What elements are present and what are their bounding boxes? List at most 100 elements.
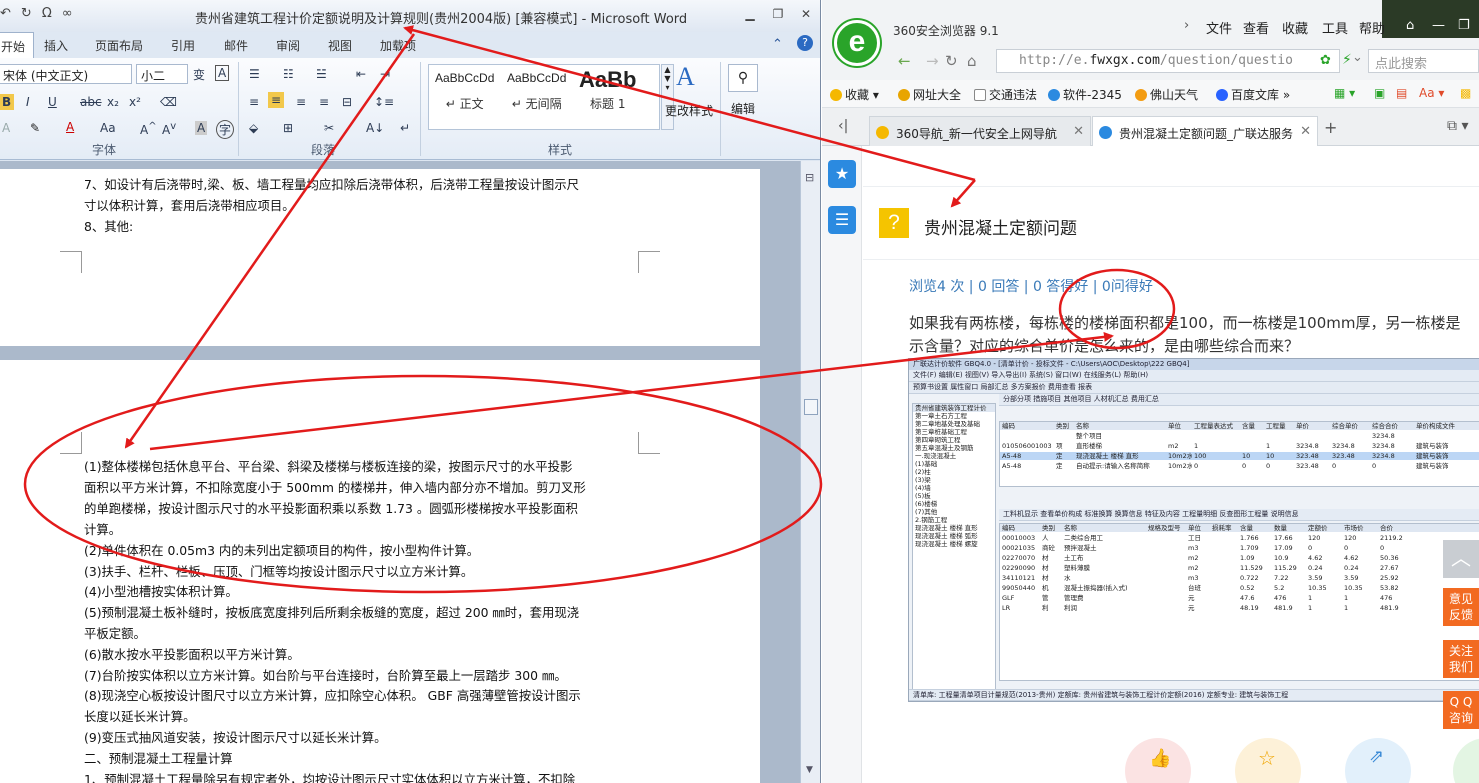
align-left-icon[interactable]: ≡ xyxy=(249,95,259,109)
refresh-icon[interactable]: ↻ xyxy=(945,52,958,70)
clear-format-icon[interactable]: ⌫ xyxy=(160,95,177,109)
char-shading-icon[interactable]: A xyxy=(195,121,208,135)
collect-button[interactable]: ☆ xyxy=(1235,738,1301,783)
dropdown-icon[interactable]: ⌄ xyxy=(1352,50,1363,65)
shrink-font-icon[interactable]: Av xyxy=(162,121,176,137)
word-vertical-scrollbar[interactable]: ⊟ ▼ xyxy=(800,161,820,783)
equation-icon[interactable]: ∞ xyxy=(62,6,73,21)
change-styles-button[interactable]: 更改样式 xyxy=(665,102,713,119)
share-button[interactable]: ⇗ xyxy=(1345,738,1411,783)
change-case-icon[interactable]: Aa xyxy=(100,121,116,135)
font-color-icon[interactable]: A xyxy=(66,120,74,134)
browser-minimize-icon[interactable]: — xyxy=(1432,18,1445,33)
bullets-icon[interactable]: ☰ xyxy=(249,67,260,81)
ribbon-minimize-icon[interactable]: ⌃ xyxy=(772,37,783,52)
tab-insert[interactable]: 插入 xyxy=(44,37,68,54)
bookmark-site-nav[interactable]: 网址大全 xyxy=(898,86,961,103)
minimize-icon[interactable]: ▁ xyxy=(741,6,759,22)
decrease-indent-icon[interactable]: ⇤ xyxy=(356,67,366,81)
shading-icon[interactable]: ⬙ xyxy=(249,121,258,135)
text-effect-icon[interactable]: A xyxy=(2,121,10,135)
skin-icon[interactable]: ⌂ xyxy=(1406,18,1414,33)
tab-mailings[interactable]: 邮件 xyxy=(224,37,248,54)
scroll-thumb[interactable] xyxy=(804,399,818,415)
chinese-layout-icon[interactable]: ✂ xyxy=(324,121,334,135)
borders-icon[interactable]: ⊞ xyxy=(283,121,293,135)
follow-button[interactable]: 关注 我们 xyxy=(1443,640,1479,678)
home-icon[interactable]: ⌂ xyxy=(967,52,977,70)
bold-button[interactable]: B xyxy=(0,94,15,110)
qq-button[interactable]: Q Q 咨询 xyxy=(1443,691,1479,729)
menu-file[interactable]: 文件 xyxy=(1206,18,1232,37)
distributed-icon[interactable]: ⊟ xyxy=(342,95,352,109)
menu-favorites[interactable]: 收藏 xyxy=(1282,18,1308,37)
style-heading1[interactable]: AaBb 标题 1 xyxy=(579,67,636,112)
undo-icon[interactable]: ↶ xyxy=(0,6,11,21)
align-right-icon[interactable]: ≡ xyxy=(296,95,306,109)
style-no-spacing[interactable]: AaBbCcDd ↵ 无间隔 xyxy=(507,71,566,112)
apps-icon[interactable]: ▦ ▾ xyxy=(1334,86,1355,100)
bookmark-favorites[interactable]: 收藏 ▾ xyxy=(830,86,879,103)
tab-addins[interactable]: 加载项 xyxy=(380,37,416,54)
favorites-star-icon[interactable]: ★ xyxy=(828,160,856,188)
tab-list-icon[interactable]: ‹| xyxy=(838,118,848,134)
tab-question[interactable]: 贵州混凝土定额问题_广联达服务 ✕ xyxy=(1092,116,1318,146)
tab-close-icon[interactable]: ✕ xyxy=(1300,124,1311,139)
tab-menu-icon[interactable]: ⧉ ▾ xyxy=(1447,118,1468,134)
sort-icon[interactable]: A↓ xyxy=(366,121,384,135)
edit-button[interactable]: 编辑 xyxy=(731,100,755,117)
forward-icon[interactable]: → xyxy=(926,52,939,70)
browser-restore-icon[interactable]: ❐ xyxy=(1458,18,1470,33)
redo-icon[interactable]: ↻ xyxy=(21,6,32,21)
extension-icon[interactable]: ▩ xyxy=(1460,86,1471,100)
tab-page-layout[interactable]: 页面布局 xyxy=(95,37,143,54)
highlight-icon[interactable]: ✎ xyxy=(30,121,40,135)
strikethrough-button[interactable]: abc xyxy=(80,95,102,109)
change-styles-icon[interactable]: A xyxy=(676,62,695,92)
tab-360-nav[interactable]: 360导航_新一代安全上网导航 ✕ xyxy=(869,116,1091,146)
close-icon[interactable]: ✕ xyxy=(797,6,815,22)
scroll-down-icon[interactable]: ▼ xyxy=(806,765,813,775)
back-icon[interactable]: ← xyxy=(898,52,911,70)
tab-view[interactable]: 视图 xyxy=(328,37,352,54)
bookmark-2345[interactable]: 软件-2345 xyxy=(1048,86,1122,103)
grow-font-icon[interactable]: A^ xyxy=(140,121,157,137)
justify-icon[interactable]: ≡ xyxy=(319,95,329,109)
tab-home[interactable]: 开始 xyxy=(0,32,35,59)
menu-tools[interactable]: 工具 xyxy=(1322,18,1348,37)
translate-icon[interactable]: Aa ▾ xyxy=(1419,86,1444,100)
find-icon[interactable]: ⚲ xyxy=(728,64,758,92)
enclose-char-icon[interactable]: 字 xyxy=(216,120,235,139)
search-box[interactable]: 点此搜索 xyxy=(1368,49,1479,73)
feedback-button[interactable]: 意见 反馈 xyxy=(1443,588,1479,626)
bookmark-weather[interactable]: 佛山天气 xyxy=(1135,86,1198,103)
tab-review[interactable]: 审阅 xyxy=(276,37,300,54)
bookmark-wenku[interactable]: 百度文库 » xyxy=(1216,86,1290,103)
embedded-screenshot[interactable]: 广联达计价软件 GBQ4.0 - [清单计价 - 投标文件 - C:\Users… xyxy=(908,358,1479,702)
restore-icon[interactable]: ❐ xyxy=(769,6,787,22)
notes-icon[interactable]: ☰ xyxy=(828,206,856,234)
security-icon[interactable]: ✿ xyxy=(1320,53,1331,68)
back-to-top-button[interactable]: ︿ xyxy=(1443,540,1479,578)
speed-icon[interactable]: ⚡ xyxy=(1342,52,1352,68)
superscript-button[interactable]: x² xyxy=(129,95,141,109)
underline-button[interactable]: U xyxy=(48,95,57,109)
font-name-select[interactable]: 宋体 (中文正文) xyxy=(0,64,132,84)
like-button[interactable]: 👍 xyxy=(1125,738,1191,783)
font-size-select[interactable]: 小二 xyxy=(136,64,188,84)
bookmark-traffic[interactable]: 交通违法 xyxy=(974,86,1037,103)
italic-button[interactable]: I xyxy=(26,95,30,109)
address-bar[interactable]: http://e.fwxgx.com/question/questio xyxy=(996,49,1340,73)
subscript-button[interactable]: x₂ xyxy=(107,95,119,109)
menu-help[interactable]: 帮助 xyxy=(1359,18,1385,37)
numbering-icon[interactable]: ☷ xyxy=(283,67,294,81)
menu-expand-icon[interactable]: › xyxy=(1184,18,1189,33)
reader-icon[interactable]: ▣ xyxy=(1374,86,1385,100)
font-phonetic-icon[interactable]: 变 xyxy=(193,66,205,83)
styles-scroll[interactable]: ▲ ▼ ▾ xyxy=(661,64,674,130)
menu-view[interactable]: 查看 xyxy=(1243,18,1269,37)
style-normal[interactable]: AaBbCcDd ↵ 正文 xyxy=(435,71,494,112)
align-center-icon[interactable]: ≡ xyxy=(268,92,285,108)
calendar-icon[interactable]: ▤ xyxy=(1396,86,1407,100)
help-icon[interactable]: ? xyxy=(797,35,813,51)
